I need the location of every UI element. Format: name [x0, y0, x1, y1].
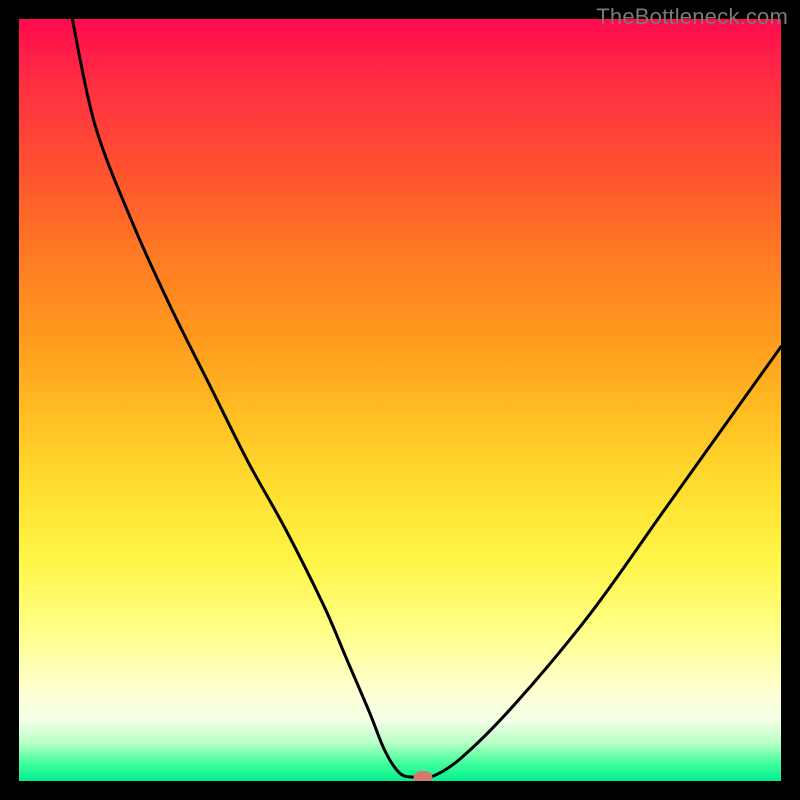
optimal-point-marker — [413, 771, 432, 781]
plot-area — [19, 19, 781, 781]
bottleneck-curve — [19, 19, 781, 781]
chart-frame: TheBottleneck.com — [0, 0, 800, 800]
watermark-text: TheBottleneck.com — [596, 4, 788, 30]
curve-path — [72, 19, 781, 779]
